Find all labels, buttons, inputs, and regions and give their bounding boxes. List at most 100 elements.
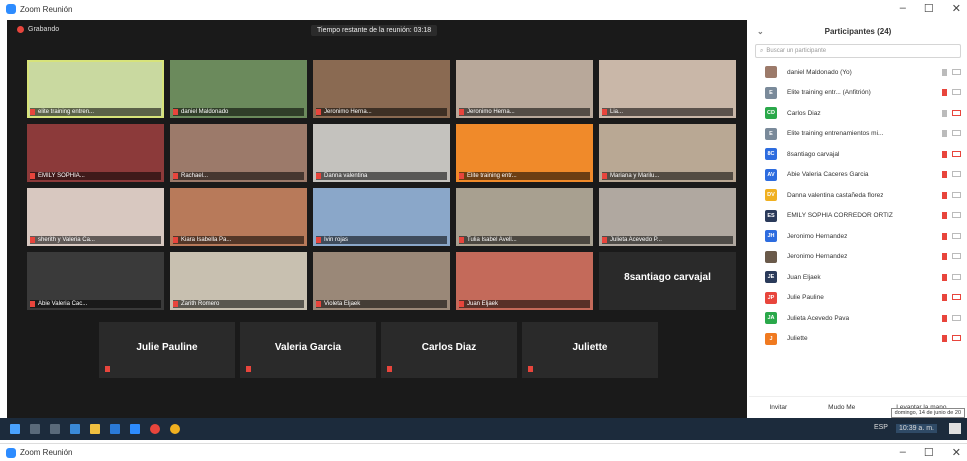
tile-name: Rachael...: [173, 172, 304, 180]
video-tile[interactable]: Mariana y Marilu...: [599, 124, 736, 182]
close-button[interactable]: ✕: [952, 2, 961, 15]
mic-icon[interactable]: [942, 109, 947, 117]
muted-mic-icon[interactable]: [942, 273, 947, 281]
camera-icon[interactable]: [952, 253, 961, 260]
muted-mic-icon[interactable]: [942, 150, 947, 158]
video-tile[interactable]: Juan Eljaek: [456, 252, 593, 310]
mic-icon[interactable]: [942, 130, 947, 138]
search-icon[interactable]: [30, 424, 40, 434]
folder-icon[interactable]: [90, 424, 100, 434]
participant-avatar: [765, 250, 777, 263]
maximize-button[interactable]: ☐: [924, 2, 934, 15]
muted-mic-icon[interactable]: [942, 212, 947, 220]
participant-row[interactable]: JA Julieta Acevedo Pava: [749, 308, 967, 329]
participant-row[interactable]: DV Danna valentina castañeda florez: [749, 185, 967, 206]
camera-icon[interactable]: [952, 68, 961, 75]
camera-icon[interactable]: [952, 232, 961, 239]
name-tile[interactable]: Julie Pauline: [99, 322, 235, 378]
tray-clock[interactable]: 10:39 a. m.: [895, 424, 937, 433]
chrome-icon[interactable]: [150, 424, 160, 434]
meeting-gallery: Grabando Tiempo restante de la reunión: …: [7, 20, 747, 418]
video-tile[interactable]: Abie Valeria Cac...: [27, 252, 164, 310]
camera-icon[interactable]: [952, 191, 961, 198]
task-view-icon[interactable]: [50, 424, 60, 434]
mute-button[interactable]: Mudo Me: [828, 404, 855, 411]
video-tile[interactable]: sherith y Valeria Ca...: [27, 188, 164, 246]
video-tile[interactable]: Danna valentina: [313, 124, 450, 182]
video-tile[interactable]: Jeronimo Herna...: [313, 60, 450, 118]
muted-mic-icon[interactable]: [942, 253, 947, 261]
camera-icon[interactable]: [952, 171, 961, 178]
muted-mic-icon[interactable]: [942, 191, 947, 199]
participant-row[interactable]: J Juliette: [749, 329, 967, 350]
tile-name: Elite training entr...: [459, 172, 590, 180]
minimize-button[interactable]: –: [900, 2, 906, 15]
camera-icon[interactable]: [952, 212, 961, 219]
video-tile[interactable]: Lia...: [599, 60, 736, 118]
video-tile[interactable]: Tulia Isabel Avell...: [456, 188, 593, 246]
video-tile[interactable]: Jeronimo Herna...: [456, 60, 593, 118]
participant-status: [942, 89, 961, 97]
video-tile[interactable]: Julieta Acevedo P...: [599, 188, 736, 246]
participant-row[interactable]: Jeronimo Hernandez: [749, 247, 967, 268]
participant-row[interactable]: E Elite training entr... (Anfitrión): [749, 83, 967, 104]
chrome-alt-icon[interactable]: [170, 424, 180, 434]
video-tile[interactable]: Kiara Isabella Pa...: [170, 188, 307, 246]
name-tile[interactable]: Carlos Diaz: [381, 322, 517, 378]
camera-icon[interactable]: [952, 130, 961, 137]
tile-name: Tulia Isabel Avell...: [459, 236, 590, 244]
second-maximize-button[interactable]: ☐: [924, 446, 934, 459]
participant-row[interactable]: daniel Maldonado (Yo): [749, 62, 967, 83]
mic-icon[interactable]: [942, 68, 947, 76]
muted-mic-icon[interactable]: [942, 294, 947, 302]
video-tile[interactable]: elite training entren...: [27, 60, 164, 118]
camera-off-icon[interactable]: [952, 109, 961, 116]
notification-icon[interactable]: [949, 423, 961, 434]
participant-row[interactable]: E Elite training entrenamientos mi...: [749, 124, 967, 145]
participant-status: [942, 253, 961, 261]
muted-mic-icon[interactable]: [942, 89, 947, 97]
camera-off-icon[interactable]: [952, 335, 961, 342]
video-tile[interactable]: EMILY SOPHIA...: [27, 124, 164, 182]
tile-name: Ivin rojas: [316, 236, 447, 244]
camera-off-icon[interactable]: [952, 294, 961, 301]
second-minimize-button[interactable]: –: [900, 446, 906, 459]
mail-icon[interactable]: [110, 424, 120, 434]
store-icon[interactable]: [70, 424, 80, 434]
camera-icon[interactable]: [952, 89, 961, 96]
participant-row[interactable]: 8C 8santiago carvajal: [749, 144, 967, 165]
video-tile[interactable]: Elite training entr...: [456, 124, 593, 182]
camera-icon[interactable]: [952, 314, 961, 321]
windows-start-icon[interactable]: [10, 424, 20, 434]
participant-row[interactable]: CD Carlos Diaz: [749, 103, 967, 124]
video-tile[interactable]: Ivin rojas: [313, 188, 450, 246]
muted-mic-icon[interactable]: [942, 232, 947, 240]
participant-avatar: [765, 66, 777, 79]
video-tile[interactable]: Violeta Eljaek: [313, 252, 450, 310]
video-tile[interactable]: Zarith Romero: [170, 252, 307, 310]
participant-row[interactable]: AV Abie Valeria Caceres Garcia: [749, 165, 967, 186]
invite-button[interactable]: Invitar: [769, 404, 787, 411]
participant-avatar: ES: [765, 209, 777, 222]
zoom-taskbar-icon[interactable]: [130, 424, 140, 434]
video-tile[interactable]: daniel Maldonado: [170, 60, 307, 118]
muted-mic-icon[interactable]: [942, 171, 947, 179]
tray-lang[interactable]: ESP: [874, 424, 888, 433]
participant-row[interactable]: JH Jeronimo Hernandez: [749, 226, 967, 247]
name-tile[interactable]: Juliette: [522, 322, 658, 378]
muted-mic-icon[interactable]: [942, 314, 947, 322]
camera-off-icon[interactable]: [952, 150, 961, 157]
video-tile[interactable]: Rachael...: [170, 124, 307, 182]
search-input[interactable]: ⌕ Buscar un participante: [755, 44, 961, 58]
muted-mic-icon[interactable]: [942, 335, 947, 343]
participant-row[interactable]: ES EMILY SOPHIA CORREDOR ORTIZ: [749, 206, 967, 227]
participant-name: Abie Valeria Caceres Garcia: [787, 171, 869, 179]
participant-row[interactable]: JP Julie Pauline: [749, 288, 967, 309]
name-tile[interactable]: Valeria Garcia: [240, 322, 376, 378]
participant-row[interactable]: JE Juan Eljaek: [749, 267, 967, 288]
second-close-button[interactable]: ✕: [952, 446, 961, 459]
participant-name: Danna valentina castañeda florez: [787, 191, 884, 199]
chevron-down-icon[interactable]: ⌄: [757, 27, 764, 36]
camera-icon[interactable]: [952, 273, 961, 280]
name-tile[interactable]: 8santiago carvajal: [599, 252, 736, 310]
